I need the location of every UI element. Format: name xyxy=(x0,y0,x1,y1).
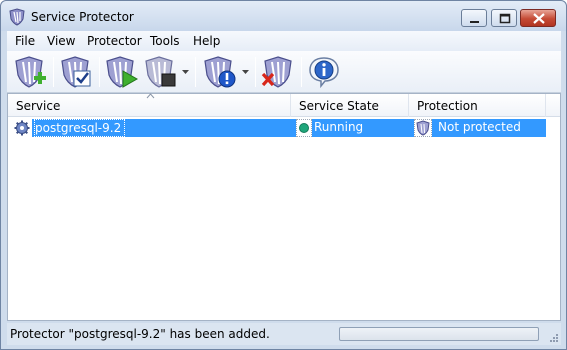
title-bar[interactable]: Service Protector xyxy=(1,1,566,31)
toolbar-separator xyxy=(301,57,302,87)
progress-bar xyxy=(339,327,539,341)
running-status-icon xyxy=(296,119,312,137)
column-label-service-state: Service State xyxy=(299,99,379,113)
sort-ascending-icon xyxy=(146,93,155,99)
edit-protector-button[interactable] xyxy=(59,54,95,90)
menu-bar: File View Protector Tools Help xyxy=(7,31,561,51)
stop-service-icon xyxy=(145,56,176,88)
close-icon xyxy=(533,13,545,24)
remove-protector-button[interactable] xyxy=(260,54,296,90)
resize-grip-icon[interactable] xyxy=(547,331,559,343)
menu-file[interactable]: File xyxy=(15,34,35,48)
list-header: Service Service State Protection xyxy=(8,93,560,117)
alerts-button[interactable] xyxy=(202,54,238,90)
remove-protector-icon xyxy=(261,56,292,88)
about-info-icon xyxy=(309,57,339,89)
protection-status: Not protected xyxy=(438,120,521,134)
toolbar-separator xyxy=(195,57,196,87)
status-bar: Protector "postgresql-9.2" has been adde… xyxy=(7,323,561,345)
toolbar-separator xyxy=(99,57,100,87)
alerts-dropdown-chevron-down-icon[interactable] xyxy=(241,68,250,76)
minimize-icon xyxy=(470,21,479,23)
shield-app-icon xyxy=(9,8,25,26)
minimize-button[interactable] xyxy=(461,9,487,27)
column-header-protection[interactable]: Protection xyxy=(409,94,546,117)
shield-protection-icon xyxy=(414,119,432,137)
column-header-service-state[interactable]: Service State xyxy=(291,94,409,117)
stop-dropdown-chevron-down-icon[interactable] xyxy=(181,68,190,76)
add-protector-button[interactable] xyxy=(13,54,49,90)
start-service-icon xyxy=(106,56,139,88)
services-list[interactable]: Service Service State Protection postgre… xyxy=(7,93,561,321)
toolbar xyxy=(7,51,561,93)
service-state: Running xyxy=(314,120,364,134)
maximize-button[interactable] xyxy=(491,9,517,27)
menu-protector[interactable]: Protector xyxy=(87,34,142,48)
gear-service-icon xyxy=(14,120,30,136)
toolbar-separator xyxy=(53,57,54,87)
status-message: Protector "postgresql-9.2" has been adde… xyxy=(10,327,270,341)
stop-service-button[interactable] xyxy=(143,54,179,90)
column-label-service: Service xyxy=(16,99,61,113)
close-button[interactable] xyxy=(520,9,556,27)
start-service-button[interactable] xyxy=(104,54,140,90)
maximize-icon xyxy=(499,13,511,24)
menu-view[interactable]: View xyxy=(47,34,75,48)
add-protector-icon xyxy=(15,56,46,88)
column-label-protection: Protection xyxy=(417,99,478,113)
edit-protector-icon xyxy=(61,56,91,88)
menu-help[interactable]: Help xyxy=(193,34,220,48)
window-title: Service Protector xyxy=(31,10,134,24)
service-name: postgresql-9.2 xyxy=(34,119,126,137)
toolbar-separator xyxy=(255,57,256,87)
alerts-icon xyxy=(204,56,236,88)
column-header-service[interactable]: Service xyxy=(8,93,291,117)
about-button[interactable] xyxy=(306,54,342,90)
menu-tools[interactable]: Tools xyxy=(150,34,180,48)
app-window: Service Protector File View Protector To… xyxy=(0,0,567,350)
table-row[interactable]: postgresql-9.2 Running Not protected xyxy=(10,119,546,137)
